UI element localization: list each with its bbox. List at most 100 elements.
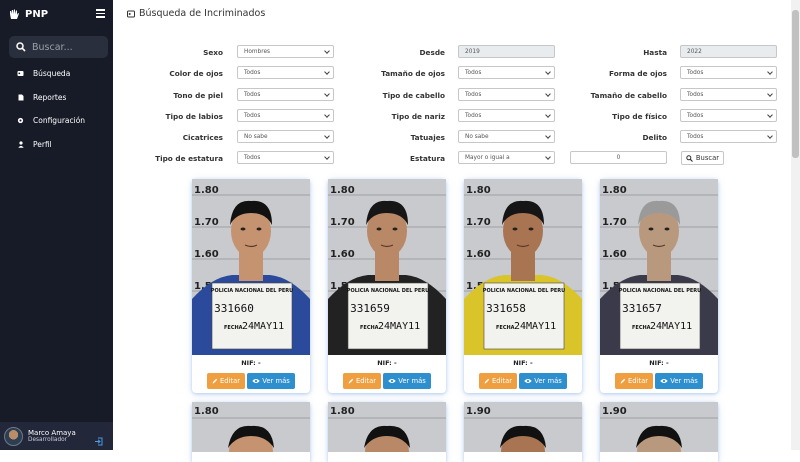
tono-piel-label: Tono de piel	[173, 91, 223, 100]
height-mark: 1.80	[466, 185, 491, 196]
height-mark: 1.90	[466, 406, 491, 417]
sidebar-item-label: Configuración	[33, 116, 86, 126]
mugshot-photo[interactable]: 1.90	[600, 402, 718, 452]
logout-icon[interactable]	[94, 431, 103, 450]
placard-date-label: FECHA	[496, 325, 515, 331]
search-button[interactable]: Buscar	[681, 151, 724, 165]
brand[interactable]: PNP	[8, 8, 48, 20]
suspect-card: 1.801.701.601.501.40 POLICIA NACIONAL DE…	[464, 179, 582, 393]
sexo-select[interactable]: Hombres	[237, 45, 334, 58]
user-name: Marco Amaya	[28, 429, 76, 437]
suspect-card: 1.80	[192, 402, 310, 462]
hasta-input[interactable]: 2022	[680, 45, 777, 58]
forma-ojos-select[interactable]: Todos	[680, 66, 777, 79]
placard-date: 24MAY11	[242, 321, 284, 332]
mugshot-photo[interactable]: 1.80	[192, 402, 310, 452]
scrollbar-thumb[interactable]	[792, 10, 799, 158]
suspect-card: 1.90	[464, 402, 582, 462]
sidebar-search[interactable]: Buscar...	[9, 36, 108, 58]
suspect-card: 1.801.701.601.501.40 POLICIA NACIONAL DE…	[600, 179, 718, 393]
placard-number: 331660	[214, 302, 254, 315]
sexo-label: Sexo	[203, 48, 223, 57]
eye-icon	[524, 379, 532, 383]
color-ojos-label: Color de ojos	[169, 69, 223, 78]
height-mark: 1.70	[466, 217, 491, 228]
placard-org: POLICIA NACIONAL DEL PERU	[211, 288, 293, 294]
desde-input[interactable]: 2019	[458, 45, 555, 58]
tamano-ojos-select[interactable]: Todos	[458, 66, 555, 79]
sidebar-item-reportes[interactable]: Reportes	[0, 86, 113, 110]
eye-icon	[252, 379, 260, 383]
tamano-ojos-label: Tamaño de ojos	[381, 69, 445, 78]
sidebar-item-perfil[interactable]: Perfil	[0, 133, 113, 157]
suspect-card: 1.801.701.601.501.40 POLICIA NACIONAL DE…	[328, 179, 446, 393]
edit-button[interactable]: Editar	[479, 373, 517, 389]
forma-ojos-label: Forma de ojos	[609, 69, 667, 78]
eye-icon	[388, 379, 396, 383]
search-placeholder: Buscar...	[32, 41, 73, 53]
delito-label: Delito	[642, 133, 667, 142]
mugshot-photo[interactable]: 1.801.701.601.501.40 POLICIA NACIONAL DE…	[192, 179, 310, 355]
tono-piel-select[interactable]: Todos	[237, 88, 334, 101]
color-ojos-select[interactable]: Todos	[237, 66, 334, 79]
pencil-icon	[348, 378, 354, 384]
eye-icon	[660, 379, 668, 383]
chevron-down-icon	[545, 154, 551, 160]
mugshot-photo[interactable]: 1.801.701.601.501.40 POLICIA NACIONAL DE…	[464, 179, 582, 355]
delito-select[interactable]: Todos	[680, 130, 777, 143]
mugshot-photo[interactable]: 1.90	[464, 402, 582, 452]
height-mark: 1.60	[466, 249, 491, 260]
nif-label: NIF: -	[649, 359, 669, 367]
tipo-fisico-select[interactable]: Todos	[680, 109, 777, 122]
estatura-number-input[interactable]: 0	[570, 151, 667, 164]
height-mark: 1.80	[602, 185, 627, 196]
height-mark: 1.60	[602, 249, 627, 260]
tipo-nariz-select[interactable]: Todos	[458, 109, 555, 122]
tamano-cabello-select[interactable]: Todos	[680, 88, 777, 101]
view-more-button[interactable]: Ver más	[519, 373, 567, 389]
pencil-icon	[620, 378, 626, 384]
height-mark: 1.80	[194, 406, 219, 417]
estatura-select[interactable]: Mayor o igual a	[458, 151, 555, 164]
document-icon	[17, 94, 24, 101]
tipo-estatura-select[interactable]: Todos	[237, 151, 334, 164]
sidebar-item-label: Perfil	[33, 139, 52, 149]
placard-date: 24MAY11	[514, 321, 556, 332]
chevron-down-icon	[767, 133, 773, 139]
view-more-button[interactable]: Ver más	[655, 373, 703, 389]
height-mark: 1.60	[194, 249, 219, 260]
user-icon	[17, 141, 24, 148]
mugshot-photo[interactable]: 1.801.701.601.501.40 POLICIA NACIONAL DE…	[600, 179, 718, 355]
chevron-down-icon	[324, 91, 330, 97]
sidebar-item-busqueda[interactable]: Búsqueda	[0, 62, 113, 86]
edit-button[interactable]: Editar	[343, 373, 381, 389]
view-more-button[interactable]: Ver más	[383, 373, 431, 389]
height-mark: 1.80	[330, 185, 355, 196]
cicatrices-select[interactable]: No sabe	[237, 130, 334, 143]
placard-date-label: FECHA	[632, 325, 651, 331]
id-card-icon	[127, 10, 135, 17]
desde-label: Desde	[419, 48, 445, 57]
menu-toggle-icon[interactable]	[96, 9, 105, 18]
mugshot-photo[interactable]: 1.801.701.601.501.40 POLICIA NACIONAL DE…	[328, 179, 446, 355]
chevron-down-icon	[545, 112, 551, 118]
mugshot-photo[interactable]: 1.80	[328, 402, 446, 452]
placard-org: POLICIA NACIONAL DEL PERU	[347, 288, 429, 294]
user-role: Desarrollador	[28, 437, 68, 443]
edit-button[interactable]: Editar	[207, 373, 245, 389]
tatuajes-select[interactable]: No sabe	[458, 130, 555, 143]
page-title: Búsqueda de Incriminados	[127, 8, 265, 19]
height-mark: 1.70	[330, 217, 355, 228]
view-more-button[interactable]: Ver más	[247, 373, 295, 389]
avatar[interactable]	[4, 426, 23, 446]
placard-date-label: FECHA	[360, 325, 379, 331]
chevron-down-icon	[767, 69, 773, 75]
tipo-labios-select[interactable]: Todos	[237, 109, 334, 122]
sidebar: PNP Buscar... Búsqueda Reportes Configur…	[0, 0, 113, 450]
hasta-label: Hasta	[643, 48, 667, 57]
sidebar-item-configuracion[interactable]: Configuración	[0, 109, 113, 133]
page-scrollbar[interactable]	[791, 0, 800, 450]
tipo-cabello-select[interactable]: Todos	[458, 88, 555, 101]
edit-button[interactable]: Editar	[615, 373, 653, 389]
chevron-down-icon	[324, 154, 330, 160]
